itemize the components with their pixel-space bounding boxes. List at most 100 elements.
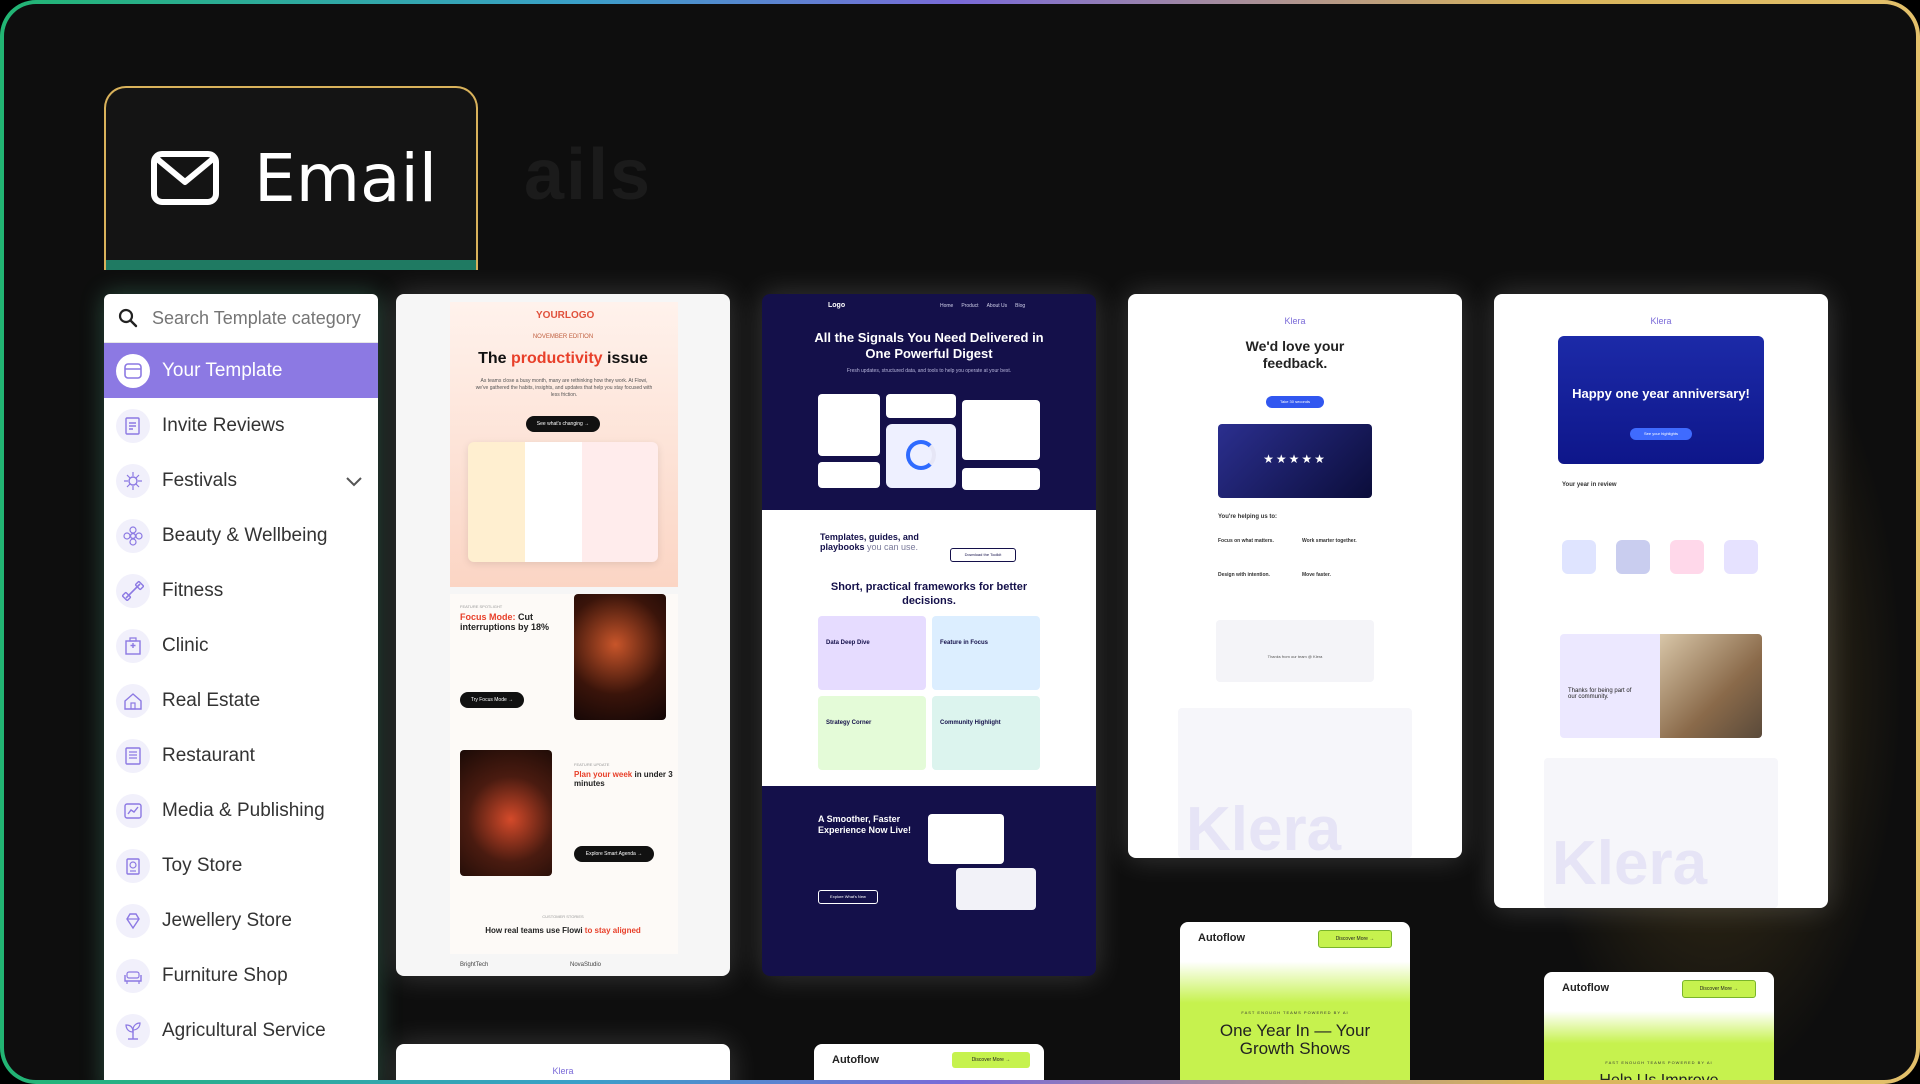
t1-brand-1: BrightTech — [460, 962, 489, 968]
t3-rating-banner: ★★★★★ — [1218, 424, 1372, 498]
mail-icon — [151, 151, 219, 205]
t1-intro: As teams close a busy month, many are re… — [475, 378, 653, 398]
template-card-autoflow-1[interactable]: Autoflow Discover More → — [814, 1044, 1044, 1080]
t3-thanks-box: Thanks from our team @ Klera — [1216, 620, 1374, 682]
sidebar-item-label: Invite Reviews — [162, 414, 285, 436]
template-icon — [116, 353, 150, 388]
sidebar-item-clinic[interactable]: Clinic — [104, 618, 378, 673]
t2-tile-2: Feature in Focus — [932, 616, 1040, 690]
category-sidebar: Your Template Invite Reviews Festivals Beau… — [104, 294, 378, 1080]
email-tab[interactable]: Email — [104, 86, 478, 270]
house-icon — [116, 683, 150, 718]
t2-tile-3: Strategy Corner — [818, 696, 926, 770]
t4-hero: Happy one year anniversary! See your hig… — [1558, 336, 1764, 464]
t1-laptop-photo — [460, 750, 552, 876]
sidebar-item-beauty-and-wellbeing[interactable]: Beauty & Wellbeing — [104, 508, 378, 563]
t3-brand: Klera — [1284, 316, 1306, 326]
t3-point-2: Work smarter together. — [1302, 538, 1357, 544]
sidebar-item-label: Fitness — [162, 579, 224, 601]
t1-feat-tag: FEATURE UPDATE — [574, 762, 610, 767]
chevron-down-icon[interactable] — [344, 471, 364, 491]
template-card-autoflow-2[interactable]: Autoflow Discover More → FAST ENOUGH TEA… — [1180, 922, 1410, 1080]
t4-stat-icons — [1562, 540, 1762, 576]
category-list: Your Template Invite Reviews Festivals Beau… — [104, 343, 378, 1058]
t2-fw-title: Short, practical frameworks for better d… — [830, 581, 1028, 607]
sidebar-item-restaurant[interactable]: Restaurant — [104, 728, 378, 783]
t2-tile-1: Data Deep Dive — [818, 616, 926, 690]
template-card-autoflow-3[interactable]: Autoflow Discover More → FAST ENOUGH TEA… — [1544, 972, 1774, 1080]
t3-cta[interactable]: Take 30 seconds — [1266, 396, 1324, 408]
t2-bottom-title: A Smoother, Faster Experience Now Live! — [818, 814, 912, 835]
sidebar-item-your-template[interactable]: Your Template — [104, 343, 378, 398]
t2-mid-cta[interactable]: Download the Toolkit — [950, 548, 1016, 562]
t3-title: We'd love your feedback. — [1245, 338, 1345, 371]
tab-underline — [106, 260, 476, 270]
sidebar-item-agricultural-service[interactable]: Agricultural Service — [104, 1003, 378, 1058]
sidebar-item-label: Toy Store — [162, 854, 243, 876]
t1-feat-cta[interactable]: Explore Smart Agenda → — [574, 846, 654, 862]
t1-spot-cta[interactable]: Try Focus Mode → — [460, 692, 524, 708]
sidebar-item-label: Restaurant — [162, 744, 255, 766]
t2-widgets — [818, 394, 1040, 494]
sidebar-item-fitness[interactable]: Fitness — [104, 563, 378, 618]
search-bar — [104, 294, 378, 343]
app-frame: ails Email Your Template Invite Reviews Fe… — [0, 0, 1920, 1084]
sidebar-item-jewellery-store[interactable]: Jewellery Store — [104, 893, 378, 948]
sidebar-item-furniture-shop[interactable]: Furniture Shop — [104, 948, 378, 1003]
sidebar-item-label: Agricultural Service — [162, 1019, 326, 1041]
restaurant-icon — [116, 738, 150, 773]
template-card-productivity[interactable]: YOURLOGO NOVEMBER EDITION The productivi… — [396, 294, 730, 976]
email-tab-label: Email — [254, 140, 438, 217]
sidebar-item-toy-store[interactable]: Toy Store — [104, 838, 378, 893]
t1-person-photo — [574, 594, 666, 720]
template-card-feedback[interactable]: Klera We'd love your feedback. Take 30 s… — [1128, 294, 1462, 858]
t2-mid-title: Templates, guides, and playbooks you can… — [820, 532, 919, 552]
sofa-icon — [116, 958, 150, 993]
t1-feat-title: Plan your week in under 3 minutes — [574, 770, 673, 788]
toy-icon — [116, 848, 150, 883]
t1-title: The productivity issue — [478, 350, 648, 367]
template-card-klera-partial[interactable]: Klera — [396, 1044, 730, 1080]
sidebar-item-festivals[interactable]: Festivals — [104, 453, 378, 508]
t3-footer: Klera — [1178, 708, 1412, 858]
t4-photo — [1660, 634, 1762, 738]
search-icon — [118, 308, 138, 328]
t1-cta[interactable]: See what's changing → — [526, 416, 600, 432]
jewellery-icon — [116, 903, 150, 938]
t2-logo: Logo — [828, 302, 846, 309]
t3-point-4: Move faster. — [1302, 572, 1331, 578]
plant-icon — [116, 1013, 150, 1048]
t1-spot-title: Focus Mode: Cut interruptions by 18% — [460, 612, 550, 632]
sidebar-item-label: Festivals — [162, 469, 237, 491]
t1-dashboard-preview — [468, 442, 658, 562]
t3-point-1: Focus on what matters. — [1218, 538, 1274, 544]
t4-review: Your year in review — [1562, 482, 1617, 488]
t2-tile-4: Community Highlight — [932, 696, 1040, 770]
t1-stories-title: How real teams use Flowi to stay aligned — [485, 926, 641, 935]
dumbbell-icon — [116, 573, 150, 608]
sidebar-item-label: Real Estate — [162, 689, 261, 711]
background-heading: ails — [524, 135, 653, 215]
sidebar-item-media-and-publishing[interactable]: Media & Publishing — [104, 783, 378, 838]
t4-brand: Klera — [1650, 316, 1672, 326]
t2-nav: Home Product About Us Blog — [940, 303, 1026, 309]
sidebar-item-label: Jewellery Store — [162, 909, 292, 931]
t2-bottom-cta[interactable]: Explore What's New — [818, 890, 878, 904]
sidebar-item-label: Your Template — [162, 359, 283, 381]
sidebar-item-label: Media & Publishing — [162, 799, 325, 821]
t1-edition: NOVEMBER EDITION — [532, 334, 594, 340]
template-card-digest[interactable]: Logo Home Product About Us Blog All the Sig… — [762, 294, 1096, 976]
review-icon — [116, 408, 150, 443]
chart-icon — [116, 793, 150, 828]
sidebar-item-invite-reviews[interactable]: Invite Reviews — [104, 398, 378, 453]
t1-brand-2: NovaStudio — [570, 962, 602, 968]
search-input[interactable] — [150, 306, 374, 330]
t2-title: All the Signals You Need Delivered in On… — [814, 330, 1044, 361]
t2-bottom-art — [928, 814, 1038, 914]
sidebar-item-real-estate[interactable]: Real Estate — [104, 673, 378, 728]
hospital-icon — [116, 628, 150, 663]
t3-helping: You're helping us to: — [1218, 514, 1277, 520]
template-card-anniversary[interactable]: Klera Happy one year anniversary! See yo… — [1494, 294, 1828, 908]
flower-icon — [116, 518, 150, 553]
t1-logo: YOURLOGO — [536, 310, 595, 321]
